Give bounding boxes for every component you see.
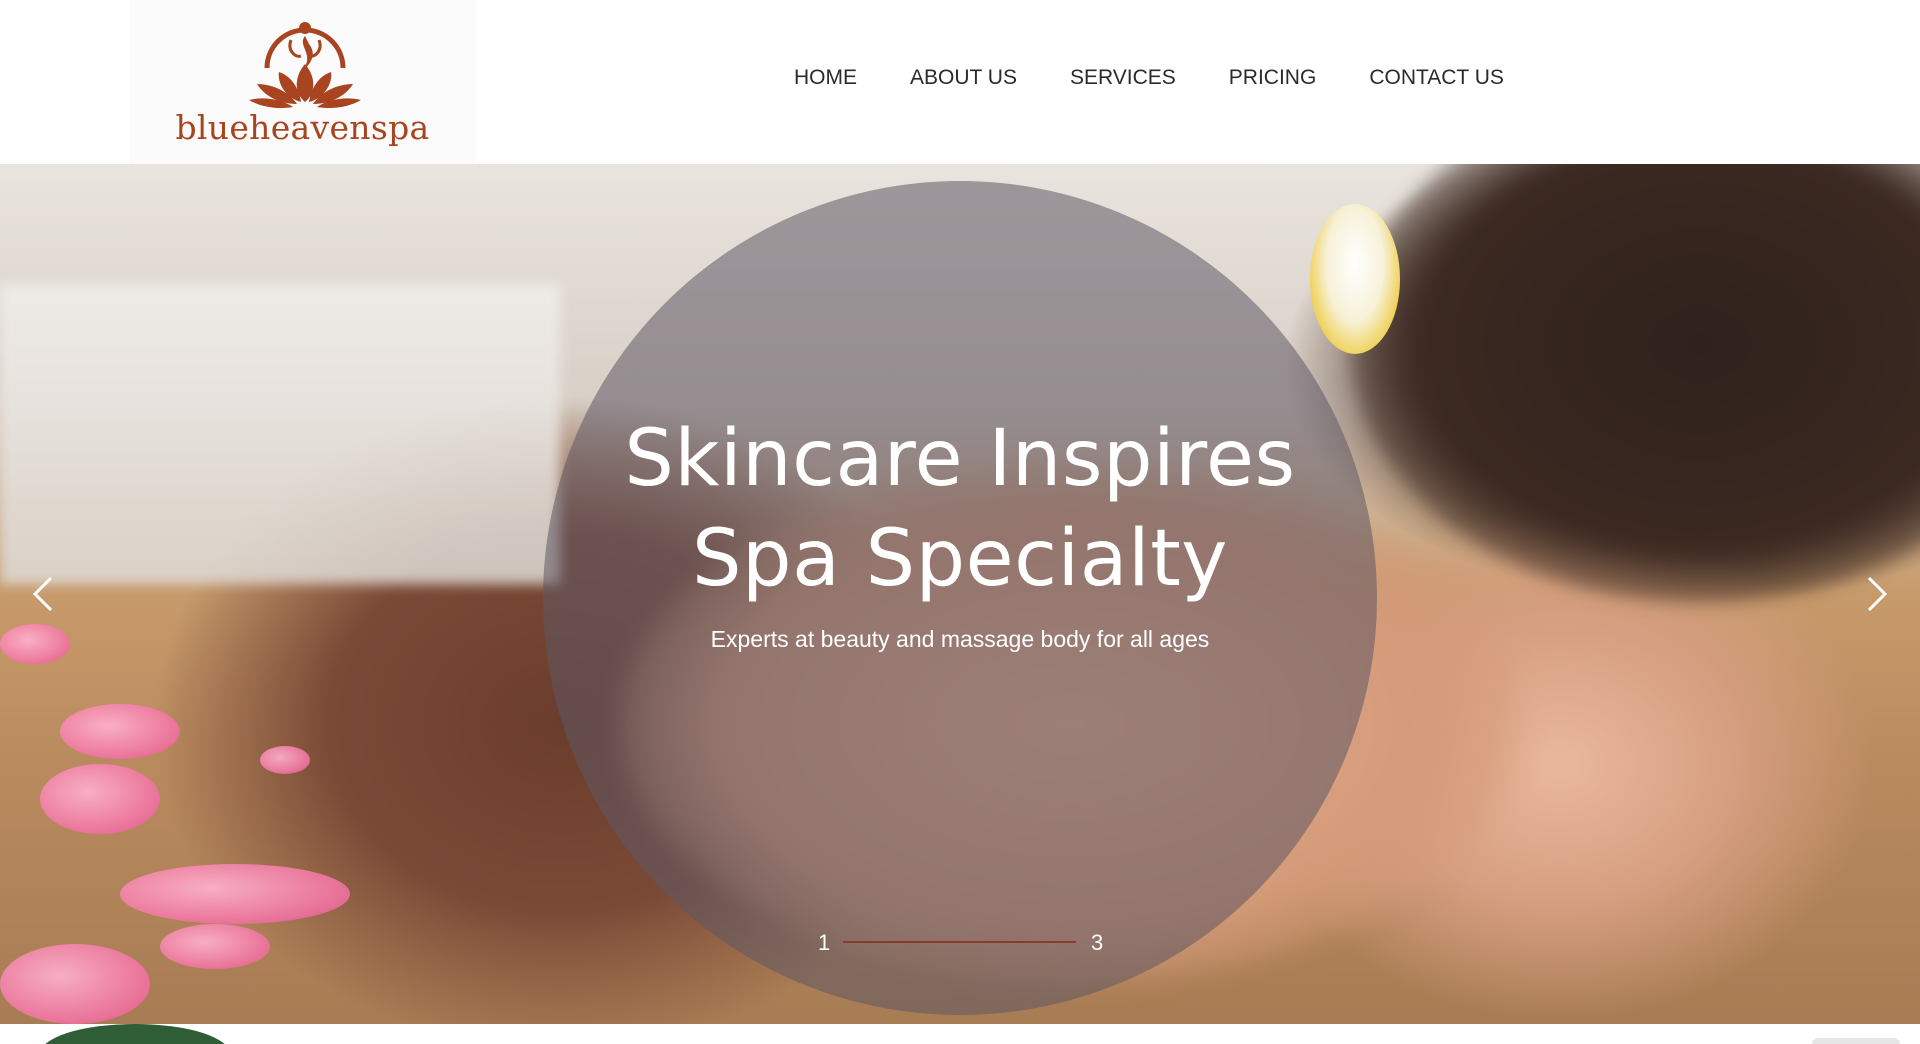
next-section-peek xyxy=(0,1024,1920,1044)
pager-first[interactable]: 1 xyxy=(818,930,830,956)
rose-petal xyxy=(120,864,350,924)
nav-pricing[interactable]: PRICING xyxy=(1229,66,1317,90)
logo[interactable]: blueheavenspa xyxy=(130,0,475,164)
hero-title-line-1: Skincare Inspires xyxy=(624,414,1296,504)
pager-last[interactable]: 3 xyxy=(1091,930,1103,956)
leaf-image xyxy=(40,1024,230,1044)
scroll-top-button[interactable] xyxy=(1812,1038,1900,1044)
flower-image xyxy=(1310,204,1400,354)
chevron-right-icon xyxy=(1867,576,1888,612)
hero-background-sheet xyxy=(0,284,560,584)
rose-petal xyxy=(0,624,70,664)
slider-prev-button[interactable] xyxy=(25,564,65,624)
hero-subtitle: Experts at beauty and massage body for a… xyxy=(710,626,1210,652)
hero-title: Skincare Inspires Spa Specialty xyxy=(560,409,1360,609)
lotus-meditation-icon xyxy=(249,22,361,109)
nav-about-us[interactable]: ABOUT US xyxy=(910,66,1017,90)
slider-pagination: 1 3 xyxy=(0,930,1920,960)
brand-name: blueheavenspa xyxy=(175,108,430,147)
nav-services[interactable]: SERVICES xyxy=(1070,66,1176,90)
rose-petal xyxy=(40,764,160,834)
site-header: blueheavenspa HOME ABOUT US SERVICES PRI… xyxy=(0,0,1920,164)
nav-home[interactable]: HOME xyxy=(794,66,857,90)
nav-contact-us[interactable]: CONTACT US xyxy=(1369,66,1504,90)
slider-next-button[interactable] xyxy=(1855,564,1895,624)
pager-progress-line xyxy=(843,941,1076,943)
rose-petal xyxy=(260,746,310,774)
rose-petal xyxy=(60,704,180,759)
hero-slider: Skincare Inspires Spa Specialty Experts … xyxy=(0,164,1920,1024)
hero-title-line-2: Spa Specialty xyxy=(692,514,1228,604)
chevron-left-icon xyxy=(32,576,53,612)
main-nav: HOME ABOUT US SERVICES PRICING CONTACT U… xyxy=(794,66,1504,90)
hero-background-hair xyxy=(1350,164,1920,604)
